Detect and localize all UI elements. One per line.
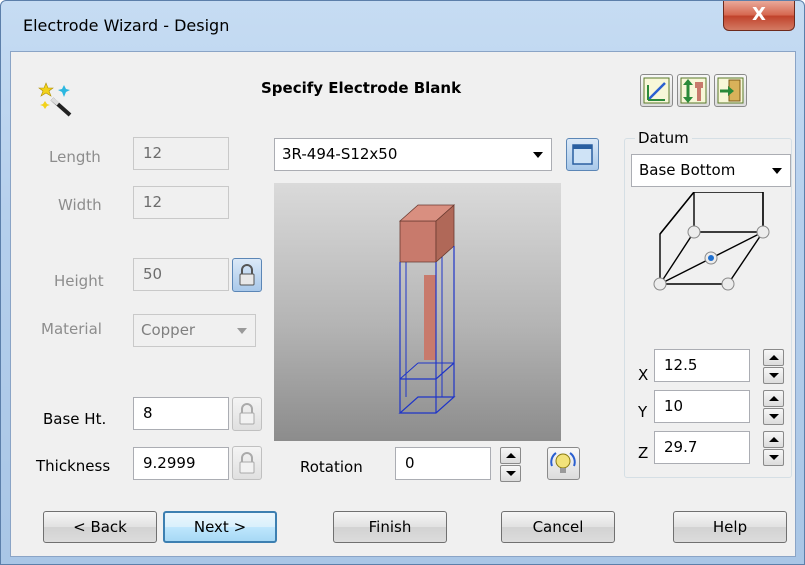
- magic-wand-icon: [38, 82, 72, 117]
- rotation-label: Rotation: [300, 458, 363, 476]
- finish-button[interactable]: Finish: [333, 511, 447, 543]
- title-bar[interactable]: Electrode Wizard - Design X: [1, 1, 804, 51]
- exit-icon: [717, 77, 744, 104]
- height-label: Height: [54, 272, 104, 290]
- datum-corner-point[interactable]: [687, 225, 701, 239]
- spin-down-icon[interactable]: [763, 449, 784, 466]
- width-input: 12: [133, 186, 229, 219]
- chevron-down-icon: [533, 152, 543, 158]
- window-icon: [572, 144, 593, 165]
- datum-z-spinner[interactable]: [763, 431, 784, 466]
- datum-group: [624, 138, 792, 478]
- height-adjust-icon: [680, 77, 707, 104]
- back-button[interactable]: < Back: [43, 511, 157, 543]
- padlock-icon: [239, 403, 255, 425]
- dialog-window: Electrode Wizard - Design X Specify Elec…: [0, 0, 805, 565]
- width-label: Width: [58, 196, 102, 214]
- spin-up-icon[interactable]: [500, 447, 521, 464]
- window-title: Electrode Wizard - Design: [23, 16, 230, 35]
- exit-button[interactable]: [714, 74, 747, 107]
- spin-down-icon[interactable]: [500, 465, 521, 482]
- datum-y-input[interactable]: 10: [654, 390, 750, 423]
- spin-up-icon[interactable]: [763, 390, 784, 407]
- length-label: Length: [49, 148, 101, 166]
- rotation-spinner[interactable]: [500, 447, 521, 482]
- electrode-3d-view: [398, 204, 456, 414]
- material-label: Material: [41, 320, 102, 338]
- dialog-client: Specify Electrode Blank Length 12 Width …: [10, 51, 796, 557]
- datum-corner-point[interactable]: [721, 277, 735, 291]
- base-ht-lock-button: [232, 397, 262, 431]
- measure-button[interactable]: [640, 74, 673, 107]
- spin-down-icon[interactable]: [763, 367, 784, 384]
- datum-box-diagram: [653, 192, 770, 291]
- spin-up-icon[interactable]: [763, 431, 784, 448]
- blank-value: 3R-494-S12x50: [282, 145, 398, 163]
- page-heading: Specify Electrode Blank: [261, 79, 462, 97]
- base-ht-input[interactable]: 8: [133, 397, 229, 430]
- datum-y-label: Y: [638, 403, 648, 421]
- close-button[interactable]: X: [723, 1, 795, 31]
- chevron-down-icon: [772, 168, 782, 174]
- datum-y-spinner[interactable]: [763, 390, 784, 425]
- cancel-button[interactable]: Cancel: [501, 511, 615, 543]
- thickness-lock-button: [232, 446, 262, 480]
- height-adjust-button[interactable]: [677, 74, 710, 107]
- rotate-lightbulb-icon: [550, 452, 576, 473]
- datum-corner-point[interactable]: [756, 225, 770, 239]
- material-value: Copper: [141, 321, 196, 339]
- chevron-down-icon: [237, 328, 247, 334]
- spin-down-icon[interactable]: [763, 408, 784, 425]
- thickness-input[interactable]: 9.2999: [133, 447, 229, 480]
- next-button[interactable]: Next >: [163, 511, 277, 543]
- help-button[interactable]: Help: [673, 511, 787, 543]
- padlock-icon: [239, 452, 255, 474]
- length-input: 12: [133, 137, 229, 170]
- blank-select[interactable]: 3R-494-S12x50: [274, 138, 552, 171]
- material-select: Copper: [133, 314, 256, 347]
- electrode-preview: [274, 183, 561, 441]
- height-lock-button[interactable]: [232, 258, 262, 292]
- datum-x-spinner[interactable]: [763, 349, 784, 384]
- datum-value: Base Bottom: [639, 161, 736, 179]
- rotation-input[interactable]: 0: [395, 447, 491, 480]
- height-input: 50: [133, 258, 229, 291]
- blank-browse-button[interactable]: [566, 138, 599, 171]
- datum-x-label: X: [638, 366, 649, 384]
- datum-corner-point[interactable]: [653, 277, 667, 291]
- datum-select[interactable]: Base Bottom: [631, 154, 791, 187]
- rotate-preview-button[interactable]: [547, 447, 580, 480]
- datum-label: Datum: [635, 129, 692, 147]
- padlock-icon: [239, 264, 255, 286]
- datum-z-label: Z: [638, 444, 649, 462]
- datum-z-input[interactable]: 29.7: [654, 431, 750, 464]
- measure-icon: [643, 77, 670, 104]
- base-ht-label: Base Ht.: [43, 410, 107, 428]
- spin-up-icon[interactable]: [763, 349, 784, 366]
- datum-x-input[interactable]: 12.5: [654, 349, 750, 382]
- thickness-label: Thickness: [36, 457, 111, 475]
- datum-selected-dot: [708, 255, 714, 261]
